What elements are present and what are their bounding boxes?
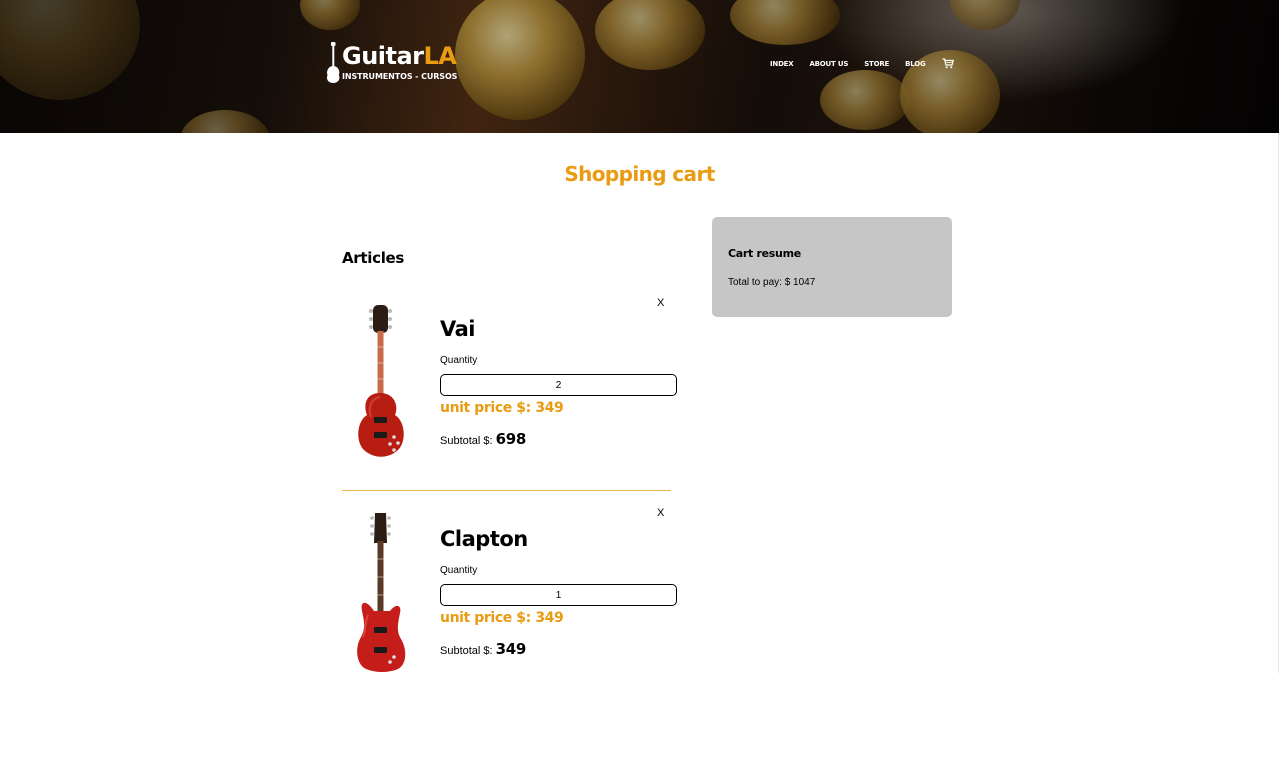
articles-heading: Articles xyxy=(342,249,405,267)
quantity-input[interactable] xyxy=(440,374,677,396)
nav-store[interactable]: STORE xyxy=(864,60,889,68)
guitar-logo-icon xyxy=(326,42,340,83)
nav-blog[interactable]: BLOG xyxy=(905,60,926,68)
subtotal: Subtotal $: 349 xyxy=(440,640,527,658)
header-banner: GuitarLA INSTRUMENTOS - CURSOS INDEX ABO… xyxy=(0,0,1279,133)
cart-resume-panel: Cart resume Total to pay: $ 1047 xyxy=(712,217,952,317)
logo-wordmark: GuitarLA xyxy=(342,42,457,70)
cart-item-clapton: X Clapton Quantity unit price $: 349 Sub… xyxy=(342,507,682,687)
shopping-cart-icon[interactable] xyxy=(942,58,954,69)
quantity-label: Quantity xyxy=(440,565,478,576)
site-logo[interactable]: GuitarLA INSTRUMENTOS - CURSOS xyxy=(326,42,466,84)
guitar-image-vai xyxy=(358,305,404,457)
remove-item-button[interactable]: X xyxy=(657,507,664,519)
page-edge-divider xyxy=(1278,133,1279,673)
cart-resume-title: Cart resume xyxy=(728,247,801,260)
page-title: Shopping cart xyxy=(564,162,715,186)
product-name: Vai xyxy=(440,317,475,341)
cart-item-vai: X Vai Quantity unit price $: 349 Subtota… xyxy=(342,297,682,477)
guitar-image-clapton xyxy=(357,513,406,672)
nav-index[interactable]: INDEX xyxy=(770,60,794,68)
item-divider xyxy=(342,490,671,491)
quantity-label: Quantity xyxy=(440,355,478,366)
nav-about-us[interactable]: ABOUT US xyxy=(809,60,848,68)
total-to-pay: Total to pay: $ 1047 xyxy=(728,277,816,288)
quantity-input[interactable] xyxy=(440,584,677,606)
product-name: Clapton xyxy=(440,527,528,551)
unit-price: unit price $: 349 xyxy=(440,610,564,626)
main-navigation: INDEX ABOUT US STORE BLOG xyxy=(770,58,954,69)
logo-tagline: INSTRUMENTOS - CURSOS xyxy=(342,72,458,81)
subtotal: Subtotal $: 698 xyxy=(440,430,527,448)
remove-item-button[interactable]: X xyxy=(657,297,664,309)
unit-price: unit price $: 349 xyxy=(440,400,564,416)
